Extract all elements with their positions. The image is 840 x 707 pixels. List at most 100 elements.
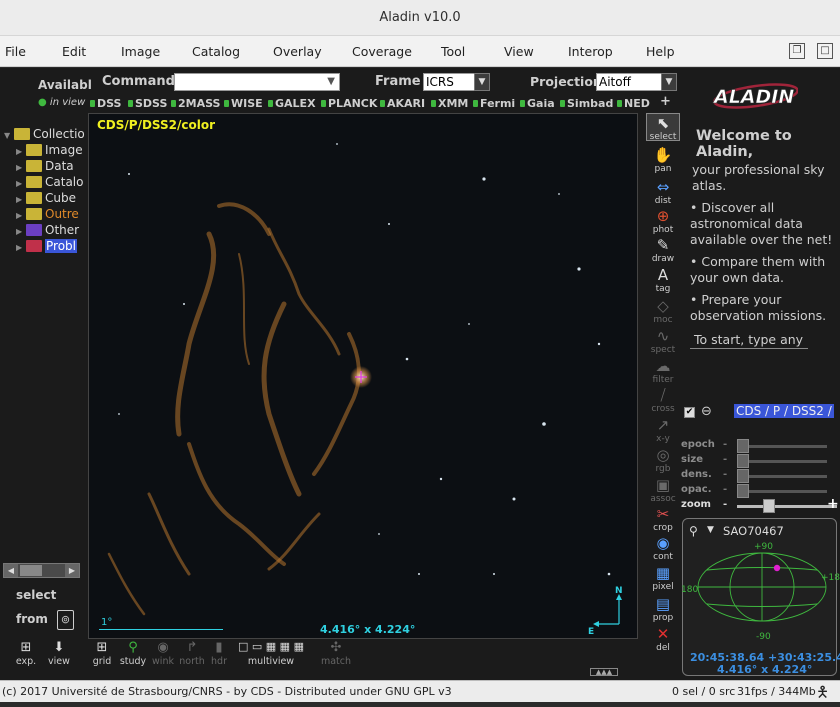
slider-knob[interactable]: [737, 454, 749, 468]
epoch-slider[interactable]: epoch -: [681, 439, 827, 453]
tree-item-outreach[interactable]: ▶ Outre: [16, 207, 79, 223]
expand-icon[interactable]: ▶: [16, 227, 26, 236]
survey-gaia[interactable]: Gaia: [520, 97, 555, 110]
menu-catalog[interactable]: Catalog: [192, 44, 240, 59]
tool-select[interactable]: ⬉ select: [646, 113, 680, 142]
expand-icon[interactable]: ▶: [16, 195, 26, 204]
expand-icon[interactable]: ▶: [16, 243, 26, 252]
signal-icon: [617, 100, 622, 107]
scroll-right-icon[interactable]: ▶: [65, 564, 79, 577]
survey-simbad[interactable]: Simbad: [560, 97, 613, 110]
tool-prop[interactable]: ▤ prop: [646, 595, 680, 623]
survey-sdss[interactable]: SDSS: [128, 97, 167, 110]
tool-cont[interactable]: ◉ cont: [646, 534, 680, 562]
restore-icon[interactable]: ❐: [789, 43, 805, 59]
tool-rgb[interactable]: ◎ rgb: [646, 446, 680, 474]
add-survey-button[interactable]: +: [660, 94, 671, 109]
tree-item-catalog[interactable]: ▶ Catalo: [16, 175, 83, 191]
collapse-icon[interactable]: ▼: [4, 131, 14, 140]
expand-icon[interactable]: ▶: [16, 179, 26, 188]
menu-help[interactable]: Help: [646, 44, 675, 59]
opacity-slider[interactable]: opac. -: [681, 484, 827, 498]
maximize-icon[interactable]: □: [817, 43, 833, 59]
zoom-slider[interactable]: zoom - +: [681, 496, 839, 513]
tool-phot[interactable]: ⊕ phot: [646, 207, 680, 235]
tool-moc[interactable]: ◇ moc: [646, 297, 680, 325]
tree-item-image[interactable]: ▶ Image: [16, 143, 83, 159]
menu-image[interactable]: Image: [121, 44, 160, 59]
view-button[interactable]: ⬇ view: [45, 640, 73, 667]
tool-crop[interactable]: ✂ crop: [646, 505, 680, 533]
survey-dss[interactable]: DSS: [90, 97, 121, 110]
tree-item-other[interactable]: ▶ Other: [16, 223, 79, 239]
wink-button[interactable]: ◉ wink: [151, 640, 175, 667]
size-slider[interactable]: size -: [681, 454, 827, 468]
minimap-panel[interactable]: ⚲ ▼ SAO70467 +90 -90 180 +18 20:45:38.64…: [681, 518, 840, 676]
multiview-button[interactable]: □ ▭ ▦ ▦ ▦ multiview: [236, 640, 306, 667]
projection-select[interactable]: Aitoff ▼: [596, 73, 677, 91]
exp-button[interactable]: ⊞ exp.: [12, 640, 40, 667]
menu-overlay[interactable]: Overlay: [273, 44, 322, 59]
sky-view[interactable]: CDS/P/DSS2/color 1° 4.416° x 4.224° N E: [88, 113, 638, 639]
chevron-down-icon[interactable]: ▼: [327, 74, 335, 90]
grid-button[interactable]: ⊞ grid: [90, 640, 114, 667]
tree-item-data[interactable]: ▶ Data: [16, 159, 74, 175]
tool-tag[interactable]: Atag: [646, 266, 680, 294]
tool-spect[interactable]: ∿ spect: [646, 327, 680, 355]
chevron-down-icon[interactable]: ▼: [661, 73, 677, 91]
tool-xy[interactable]: ↗ x-y: [646, 416, 680, 444]
tool-draw[interactable]: ✎ draw: [646, 236, 680, 264]
match-button[interactable]: ✣ match: [318, 640, 354, 667]
survey-xmm[interactable]: XMM: [431, 97, 468, 110]
tool-pan[interactable]: ✋ pan: [646, 146, 680, 174]
survey-2mass[interactable]: 2MASS: [171, 97, 220, 110]
menu-interop[interactable]: Interop: [568, 44, 613, 59]
tool-del[interactable]: ✕ del: [646, 625, 680, 653]
tool-pixel[interactable]: ▦ pixel: [646, 564, 680, 592]
slider-knob[interactable]: [737, 439, 749, 453]
menu-edit[interactable]: Edit: [62, 44, 86, 59]
survey-label: Simbad: [567, 97, 614, 110]
hdr-button[interactable]: ▮ hdr: [209, 640, 229, 667]
slider-knob[interactable]: [737, 469, 749, 483]
north-button[interactable]: ↱ north: [178, 640, 206, 667]
survey-galex[interactable]: GALEX: [268, 97, 316, 110]
tool-cross[interactable]: ⧸ cross: [646, 386, 680, 414]
tree-item-collections[interactable]: ▼ Collectio: [4, 127, 85, 143]
scroll-thumb[interactable]: [20, 565, 42, 576]
from-file-icon[interactable]: ⊚: [57, 610, 74, 630]
menu-tool[interactable]: Tool: [441, 44, 465, 59]
tool-dist[interactable]: ⇔ dist: [646, 178, 680, 206]
menu-file[interactable]: File: [5, 44, 26, 59]
splitter-handle[interactable]: ▲▲▲: [590, 668, 618, 676]
chevron-down-icon[interactable]: ▼: [707, 525, 714, 535]
expand-icon[interactable]: ▶: [16, 147, 26, 156]
tree-item-problematic[interactable]: ▶ Probl: [16, 239, 77, 255]
slider-knob[interactable]: [737, 484, 749, 498]
layer-name[interactable]: CDS / P / DSS2 /: [734, 404, 834, 418]
frame-select[interactable]: ICRS ▼: [423, 73, 490, 91]
slider-knob[interactable]: [763, 499, 775, 513]
survey-fermi[interactable]: Fermi: [473, 97, 515, 110]
tree-item-cube[interactable]: ▶ Cube: [16, 191, 76, 207]
study-button[interactable]: ⚲ study: [118, 640, 148, 667]
survey-ned[interactable]: NED: [617, 97, 650, 110]
tool-filter[interactable]: ☁ filter: [646, 357, 680, 385]
scroll-left-icon[interactable]: ◀: [4, 564, 18, 577]
zoom-in-icon[interactable]: +: [827, 496, 839, 512]
tool-assoc[interactable]: ▣ assoc: [646, 476, 680, 504]
menu-view[interactable]: View: [504, 44, 534, 59]
layer-visible-checkbox[interactable]: ✔: [684, 407, 695, 418]
tree-scrollbar[interactable]: ◀ ▶: [3, 563, 80, 578]
layer-row[interactable]: ✔ ⊖ CDS / P / DSS2 /: [684, 404, 834, 422]
command-input[interactable]: ▼: [174, 73, 340, 91]
expand-icon[interactable]: ▶: [16, 163, 26, 172]
in-view-toggle[interactable]: ● in view: [38, 97, 85, 108]
survey-wise[interactable]: WISE: [224, 97, 263, 110]
density-slider[interactable]: dens. -: [681, 469, 827, 483]
menu-coverage[interactable]: Coverage: [352, 44, 412, 59]
chevron-down-icon[interactable]: ▼: [474, 73, 490, 91]
expand-icon[interactable]: ▶: [16, 211, 26, 220]
survey-akari[interactable]: AKARI: [380, 97, 425, 110]
survey-planck[interactable]: PLANCK: [321, 97, 377, 110]
